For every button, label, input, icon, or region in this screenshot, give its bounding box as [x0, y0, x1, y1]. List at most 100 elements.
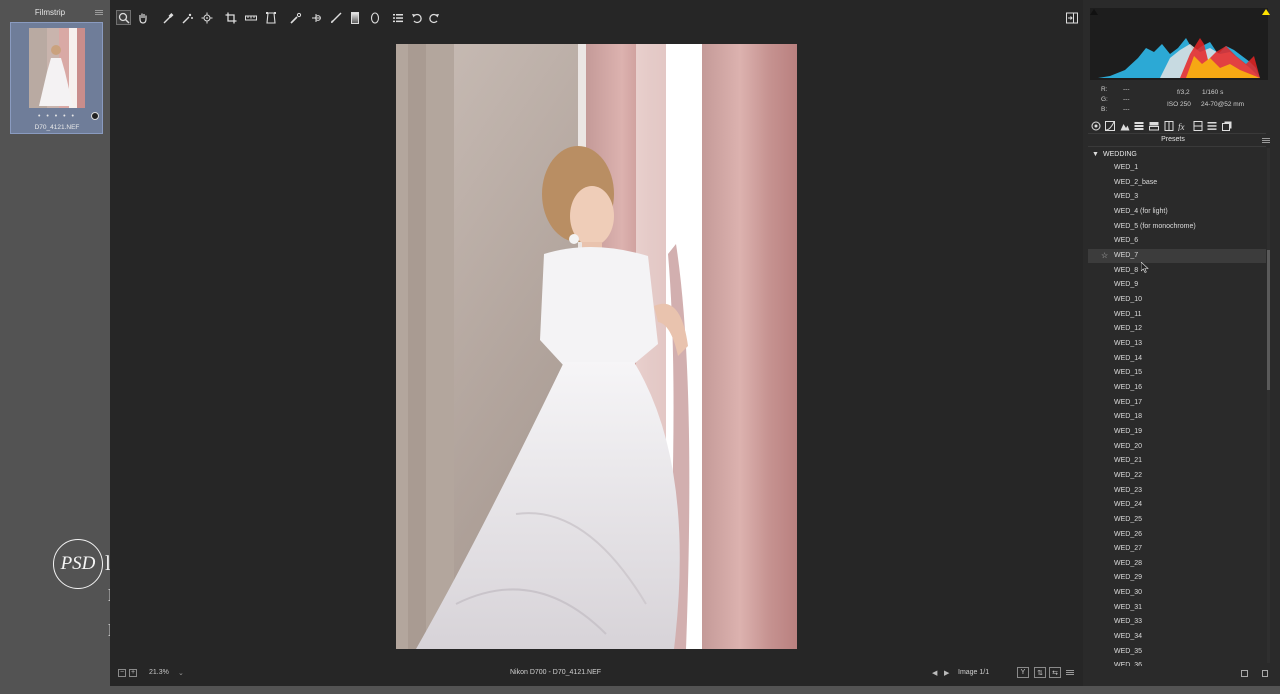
rotate-right-icon[interactable]	[427, 11, 441, 25]
copy-settings-button[interactable]: ⇆	[1049, 667, 1061, 678]
red-eye-icon[interactable]	[309, 11, 323, 25]
presets-menu-icon[interactable]	[1262, 137, 1270, 144]
preset-scrollbar[interactable]	[1267, 148, 1270, 663]
shadow-clipping-icon[interactable]	[1090, 9, 1098, 15]
presets-tab-icon[interactable]	[1206, 120, 1217, 131]
aperture-value: f/3,2	[1177, 89, 1190, 96]
preset-item[interactable]: WED_24	[1088, 498, 1266, 512]
zoom-in-button[interactable]: +	[129, 669, 137, 677]
hsl-tab-icon[interactable]	[1133, 120, 1144, 131]
lens-corrections-tab-icon[interactable]	[1163, 120, 1174, 131]
preset-item[interactable]: WED_14	[1088, 352, 1266, 366]
basic-tab-icon[interactable]	[1090, 120, 1101, 131]
preset-scrollbar-thumb[interactable]	[1267, 250, 1270, 390]
preset-item[interactable]: WED_10	[1088, 293, 1266, 307]
preset-item[interactable]: WED_1	[1088, 161, 1266, 175]
preset-item[interactable]: WED_8	[1088, 264, 1266, 278]
view-options-icon[interactable]	[1066, 669, 1075, 676]
preset-item[interactable]: WED_28	[1088, 557, 1266, 571]
new-preset-icon[interactable]	[1241, 670, 1248, 677]
main-photo[interactable]	[396, 44, 797, 649]
preset-item[interactable]: WED_35	[1088, 645, 1266, 659]
preset-item[interactable]: WED_30	[1088, 586, 1266, 600]
preset-list[interactable]: WED_1 WED_2_base WED_3 WED_4 (for light) WED…	[1088, 161, 1266, 666]
hand-icon[interactable]	[136, 11, 150, 25]
preset-item[interactable]: WED_25	[1088, 513, 1266, 527]
preset-item[interactable]: WED_2_base	[1088, 176, 1266, 190]
tone-curve-tab-icon[interactable]	[1104, 120, 1115, 131]
preset-group-wedding[interactable]: WEDDING	[1103, 151, 1137, 158]
preset-item[interactable]: WED_29	[1088, 571, 1266, 585]
preset-item[interactable]: WED_31	[1088, 601, 1266, 615]
preset-item[interactable]: WED_6	[1088, 234, 1266, 248]
preset-item-label: WED_10	[1114, 295, 1143, 303]
before-after-view-button[interactable]: Y	[1017, 667, 1029, 678]
preset-item-label: WED_13	[1114, 339, 1143, 347]
white-balance-icon[interactable]	[161, 11, 175, 25]
group-collapse-icon[interactable]: ▼	[1092, 151, 1099, 158]
preset-item[interactable]: WED_21	[1088, 454, 1266, 468]
preset-item[interactable]: ☆ WED_7	[1088, 248, 1266, 263]
preset-item[interactable]: WED_33	[1088, 615, 1266, 629]
split-toning-tab-icon[interactable]	[1148, 120, 1159, 131]
camera-calibration-tab-icon[interactable]	[1192, 120, 1203, 131]
zoom-dropdown-icon[interactable]: ⌄	[178, 669, 184, 677]
filmstrip-menu-icon[interactable]	[95, 9, 105, 16]
preset-item[interactable]: WED_26	[1088, 528, 1266, 542]
preset-item[interactable]: WED_22	[1088, 469, 1266, 483]
previous-image-button[interactable]: ◀	[932, 669, 937, 677]
preset-item[interactable]: WED_36	[1088, 659, 1266, 666]
color-sampler-icon[interactable]	[180, 11, 194, 25]
thumbnail-settings-badge-icon	[91, 112, 99, 120]
preset-item[interactable]: WED_23	[1088, 484, 1266, 498]
camera-file-info: Nikon D700 - D70_4121.NEF	[510, 669, 602, 676]
snapshots-tab-icon[interactable]	[1221, 120, 1232, 131]
preset-item-label: WED_6	[1114, 237, 1139, 245]
preset-item[interactable]: WED_15	[1088, 366, 1266, 380]
preset-item[interactable]: WED_18	[1088, 410, 1266, 424]
next-image-button[interactable]: ▶	[944, 669, 949, 677]
preset-item[interactable]: WED_34	[1088, 630, 1266, 644]
zoom-out-button[interactable]: −	[118, 669, 126, 677]
favorite-star-icon[interactable]: ☆	[1101, 251, 1108, 260]
spot-removal-icon[interactable]	[289, 11, 303, 25]
preset-item[interactable]: WED_4 (for light)	[1088, 205, 1266, 219]
targeted-adjustment-icon[interactable]	[200, 11, 214, 25]
preset-item[interactable]: WED_16	[1088, 381, 1266, 395]
preset-item[interactable]: WED_12	[1088, 322, 1266, 336]
preset-item[interactable]: WED_11	[1088, 308, 1266, 322]
radial-filter-icon[interactable]	[368, 11, 382, 25]
preset-item-label: WED_24	[1114, 501, 1143, 509]
straighten-icon[interactable]	[244, 11, 258, 25]
watermark-logo-text: PSD	[60, 553, 96, 574]
panel-divider	[1088, 133, 1266, 134]
preset-item[interactable]: WED_27	[1088, 542, 1266, 556]
presets-panel-title: Presets	[1161, 136, 1185, 143]
preset-item-label: WED_26	[1114, 530, 1143, 538]
crop-icon[interactable]	[224, 11, 238, 25]
image-count: Image 1/1	[958, 669, 990, 676]
zoom-icon[interactable]	[116, 10, 131, 25]
preset-item[interactable]: WED_19	[1088, 425, 1266, 439]
detail-tab-icon[interactable]	[1119, 120, 1130, 131]
delete-preset-icon[interactable]	[1262, 670, 1268, 677]
swap-settings-button[interactable]: ⇅	[1034, 667, 1046, 678]
preset-item[interactable]: WED_17	[1088, 396, 1266, 410]
graduated-filter-icon[interactable]	[348, 11, 362, 25]
preferences-icon[interactable]	[391, 11, 405, 25]
thumbnail-image[interactable]	[29, 28, 85, 108]
thumbnail-rating[interactable]: • • • • •	[30, 113, 84, 120]
preset-item[interactable]: WED_9	[1088, 278, 1266, 292]
zoom-level[interactable]: 21.3%	[149, 669, 169, 676]
preset-item[interactable]: WED_3	[1088, 190, 1266, 204]
rotate-left-icon[interactable]	[410, 11, 424, 25]
effects-tab-icon[interactable]: fx	[1177, 120, 1188, 131]
highlight-clipping-icon[interactable]	[1262, 9, 1270, 15]
adjustment-brush-icon[interactable]	[329, 11, 343, 25]
preset-item-label: WED_16	[1114, 383, 1143, 391]
preset-item[interactable]: WED_20	[1088, 440, 1266, 454]
open-in-photoshop-icon[interactable]	[1065, 11, 1079, 24]
transform-icon[interactable]	[264, 11, 278, 25]
preset-item[interactable]: WED_5 (for monochrome)	[1088, 220, 1266, 234]
preset-item[interactable]: WED_13	[1088, 337, 1266, 351]
